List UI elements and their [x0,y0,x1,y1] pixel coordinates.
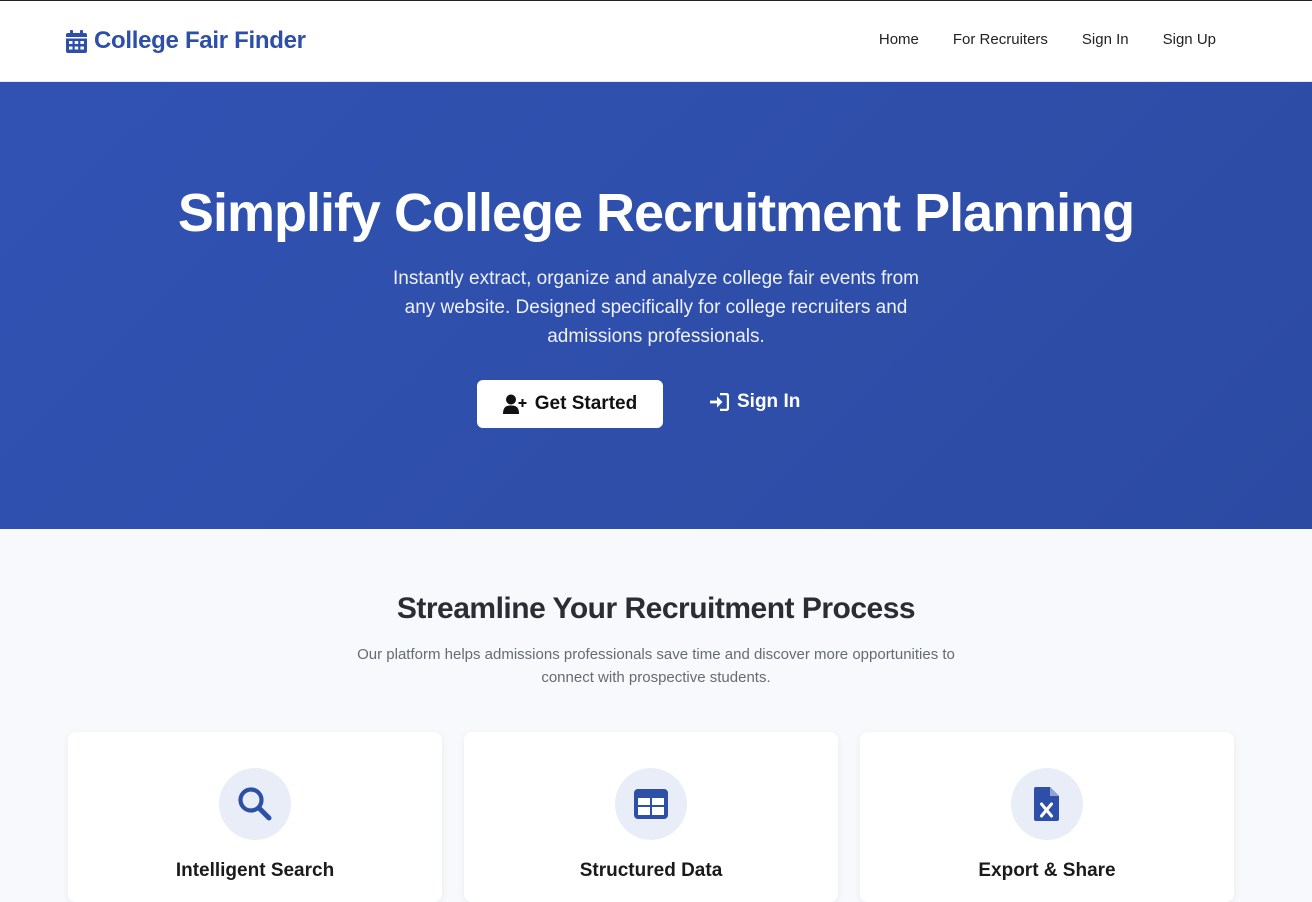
main-nav: Home For Recruiters Sign In Sign Up [879,31,1216,48]
nav-for-recruiters-link[interactable]: For Recruiters [953,31,1048,48]
features-subtitle: Our platform helps admissions profession… [357,646,955,686]
calendar-icon [66,29,87,53]
top-navbar: College Fair Finder Home For Recruiters … [0,0,1312,82]
hero-title: Simplify College Recruitment Planning [177,183,1135,243]
hero-subtitle: Instantly extract, organize and analyze … [393,268,919,347]
search-icon [238,787,272,821]
feature-card-export-share: Export & Share [860,732,1234,902]
sign-in-icon [710,393,729,411]
feature-icon-circle [1011,768,1083,840]
features-title: Streamline Your Recruitment Process [396,592,916,625]
get-started-button[interactable]: Get Started [477,380,663,428]
feature-card-title: Export & Share [978,860,1116,881]
brand-logo-link[interactable]: College Fair Finder [66,27,306,55]
nav-sign-in-link[interactable]: Sign In [1082,31,1129,48]
excel-file-icon [1034,787,1059,821]
feature-card-title: Structured Data [579,860,723,881]
hero-sign-in-button[interactable]: Sign In [709,391,800,413]
feature-icon-circle [615,768,687,840]
nav-home-link[interactable]: Home [879,31,919,48]
user-plus-icon [502,394,527,414]
table-icon [634,789,668,819]
feature-card-structured-data: Structured Data [464,732,838,902]
hero-sign-in-label: Sign In [737,391,801,412]
nav-sign-up-link[interactable]: Sign Up [1163,31,1216,48]
get-started-label: Get Started [534,393,638,414]
brand-name: College Fair Finder [94,27,306,54]
feature-icon-circle [219,768,291,840]
feature-card-title: Intelligent Search [175,860,335,881]
feature-card-intelligent-search: Intelligent Search [68,732,442,902]
hero-section: Simplify College Recruitment Planning In… [0,82,1312,529]
